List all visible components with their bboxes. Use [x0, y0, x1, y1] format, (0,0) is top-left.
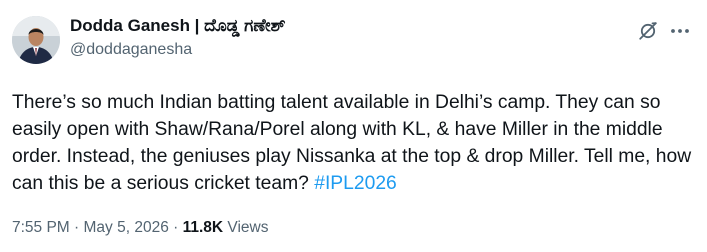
tweet-meta: 7:55 PM · May 5, 2026 · 11.8K Views	[12, 218, 269, 238]
grok-icon[interactable]	[637, 20, 659, 42]
tweet-time[interactable]: 7:55 PM	[12, 219, 70, 236]
meta-separator: ·	[168, 219, 183, 236]
author-display-name[interactable]: Dodda Ganesh | ದೊಡ್ಡ ಗಣೇಶ್	[70, 15, 285, 37]
views-count[interactable]: 11.8K	[183, 219, 224, 236]
author-handle[interactable]: @doddaganesha	[70, 39, 285, 60]
tweet-text: There’s so much Indian batting talent av…	[12, 89, 692, 197]
tweet-card: Dodda Ganesh | ದೊಡ್ಡ ಗಣೇಶ್ @doddaganesha…	[0, 0, 707, 252]
hashtag-link[interactable]: #IPL2026	[314, 173, 397, 194]
avatar[interactable]	[12, 16, 60, 64]
meta-separator: ·	[69, 219, 84, 236]
views-label[interactable]: Views	[223, 219, 268, 236]
author-block: Dodda Ganesh | ದೊಡ್ಡ ಗಣೇಶ್ @doddaganesha	[70, 15, 285, 60]
tweet-date[interactable]: May 5, 2026	[84, 219, 169, 236]
more-icon[interactable]	[669, 20, 691, 42]
avatar-image	[12, 16, 60, 64]
